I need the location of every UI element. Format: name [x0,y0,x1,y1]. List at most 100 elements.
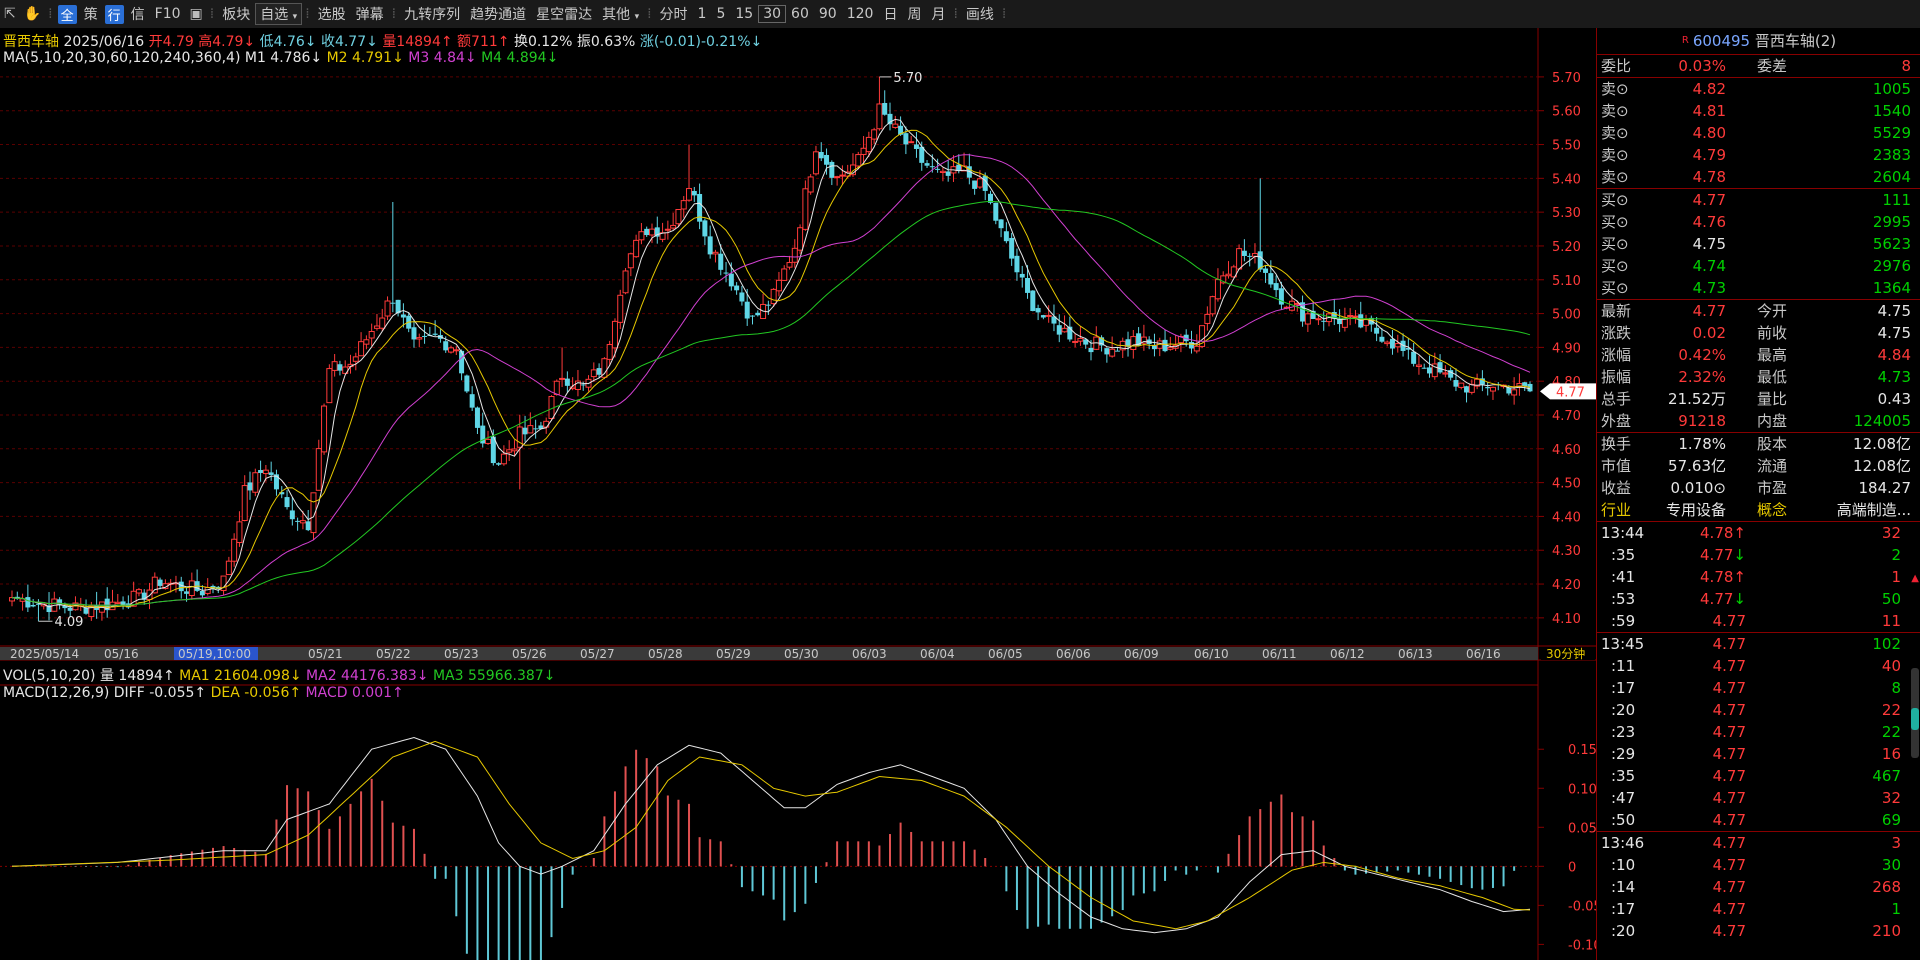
price-tick-label: 4.10 [1552,612,1581,627]
toolbar-other-dropdown[interactable]: 其他 ▾ [597,4,644,24]
candle-body [590,369,597,378]
period-intraday-button[interactable]: 分时 [655,4,693,24]
price-tick-label: 4.30 [1552,544,1581,559]
candle-body [749,315,755,317]
stat-row: 振幅 2.32% 最低 4.73 [1597,366,1920,388]
period-30-button[interactable]: 30 [758,5,787,23]
bid-price: 4.75 [1692,235,1726,253]
period-120-button[interactable]: 120 [842,6,879,22]
tick-time: :50 [1611,811,1636,829]
candle-body [1442,372,1449,375]
candle-body [1045,314,1052,317]
period-5-button[interactable]: 5 [711,6,730,22]
stat-value: 0.02 [1692,324,1726,342]
toolbar-quan-button[interactable]: 全 [57,4,77,24]
tick-price: 4.77 [1712,679,1746,697]
period-week-button[interactable]: 周 [902,4,926,24]
candle-body [1268,273,1274,285]
candle-body [225,560,232,576]
toolbar-radar-button[interactable]: 星空雷达 [531,4,597,24]
candle-body [305,521,311,531]
toolbar-td-sequence-button[interactable]: 九转序列 [399,4,465,24]
bid-row[interactable]: 买⊙ 4.75 5623 [1597,233,1920,255]
ma2-value: M2 4.791↓ [326,50,404,66]
toolbar-xin-button[interactable]: 信 [126,4,150,24]
bid-row[interactable]: 买⊙ 4.77 111 [1597,189,1920,211]
tick-time: :41 [1611,568,1636,586]
toolbar-sector-button[interactable]: 板块 [217,4,255,24]
bid-row[interactable]: 买⊙ 4.73 1364 [1597,277,1920,299]
zoom-out-icon[interactable]: ⇱ [0,6,20,22]
ask-label: 卖⊙ [1601,168,1629,186]
tick-volume: 16 [1881,745,1901,763]
candle-body [1374,327,1380,334]
scroll-up-icon[interactable]: ▲ [1911,573,1919,584]
bid-row[interactable]: 买⊙ 4.76 2995 [1597,211,1920,233]
tick-time: :35 [1611,767,1636,785]
candle-body [1458,382,1465,388]
tick-row: :35 4.77↓ 2 [1597,544,1920,566]
tick-list[interactable]: 13:44 4.78↑ 32:35 4.77↓ 2:41 4.78↑ 1:53 4.77↓ 50… [1597,522,1920,942]
ask-row[interactable]: 卖⊙ 4.79 2383 [1597,144,1920,166]
toolbar-watchlist-dropdown[interactable]: 自选 ▾ [255,3,303,25]
down-arrow-icon: ↓ [1733,546,1746,564]
tick-volume: 32 [1881,524,1901,542]
stat-label: 最低 [1757,368,1788,386]
toolbar-screener-button[interactable]: 选股 [313,4,351,24]
tick-scrollbar[interactable] [1911,668,1919,758]
window-icon[interactable]: ▣ [186,6,207,22]
candle-body [617,294,624,323]
candle-body [543,420,550,428]
tick-row: :10 4.77 30 [1597,854,1920,876]
tick-volume: 268 [1872,878,1901,896]
ask-row[interactable]: 卖⊙ 4.78 2604 [1597,166,1920,188]
candle-body [199,590,205,596]
period-day-button[interactable]: 日 [878,4,902,24]
toolbar-hang-button[interactable]: 行 [104,4,124,24]
hand-icon[interactable]: ✋ [20,6,45,22]
ask-row[interactable]: 卖⊙ 4.80 5529 [1597,122,1920,144]
price-tick-label: 5.20 [1552,240,1581,255]
candle-body [30,604,36,607]
draw-line-button[interactable]: 画线 [961,4,999,24]
ask-row[interactable]: 卖⊙ 4.82 1005 [1597,78,1920,100]
date-label: 2025/05/14 [10,647,79,661]
tick-volume: 1 [1891,900,1901,918]
candle-body [1437,362,1443,373]
candle-body [1453,380,1459,387]
candle-body [765,304,771,306]
tick-volume: 22 [1881,723,1901,741]
candle-body [1040,315,1046,318]
candle-body [1394,343,1401,348]
chart-area[interactable]: 5.70 5.60 5.50 5.40 5.30 5.20 5.10 5.00 4.90 4.80… [0,28,1596,960]
candle-body [559,377,566,380]
ask-row[interactable]: 卖⊙ 4.81 1540 [1597,100,1920,122]
candle-body [83,607,89,614]
bid-row[interactable]: 买⊙ 4.74 2976 [1597,255,1920,277]
bid-volume: 2995 [1872,213,1911,231]
toolbar-danmu-button[interactable]: 弹幕 [351,4,389,24]
stat-row: 行业 专用设备 概念 高端制造... [1597,499,1920,521]
stat-value: 91218 [1678,412,1726,430]
period-15-button[interactable]: 15 [730,6,758,22]
tick-time: :59 [1611,612,1636,630]
stat-value: 184.27 [1858,479,1912,497]
stat-label: 总手 [1601,390,1632,408]
toolbar-trend-channel-button[interactable]: 趋势通道 [465,4,531,24]
toolbar-ce-button[interactable]: 策 [79,4,103,24]
ask-price: 4.81 [1692,102,1726,120]
tick-price: 4.77 [1712,767,1746,785]
scrollbar-thumb[interactable] [1911,708,1919,730]
period-month-button[interactable]: 月 [926,4,950,24]
candle-body [648,228,655,236]
period-90-button[interactable]: 90 [814,6,842,22]
candle-body [633,239,640,258]
kline-chart[interactable]: 5.705.605.505.405.305.205.105.004.904.80… [0,28,1596,960]
bid-price: 4.73 [1692,279,1726,297]
period-1-button[interactable]: 1 [693,6,712,22]
period-60-button[interactable]: 60 [786,6,814,22]
tick-price: 4.77↓ [1700,590,1746,608]
tick-time: :35 [1611,546,1636,564]
stock-name: 晋西车轴 [3,34,59,50]
toolbar-f10-button[interactable]: F10 [150,6,186,22]
